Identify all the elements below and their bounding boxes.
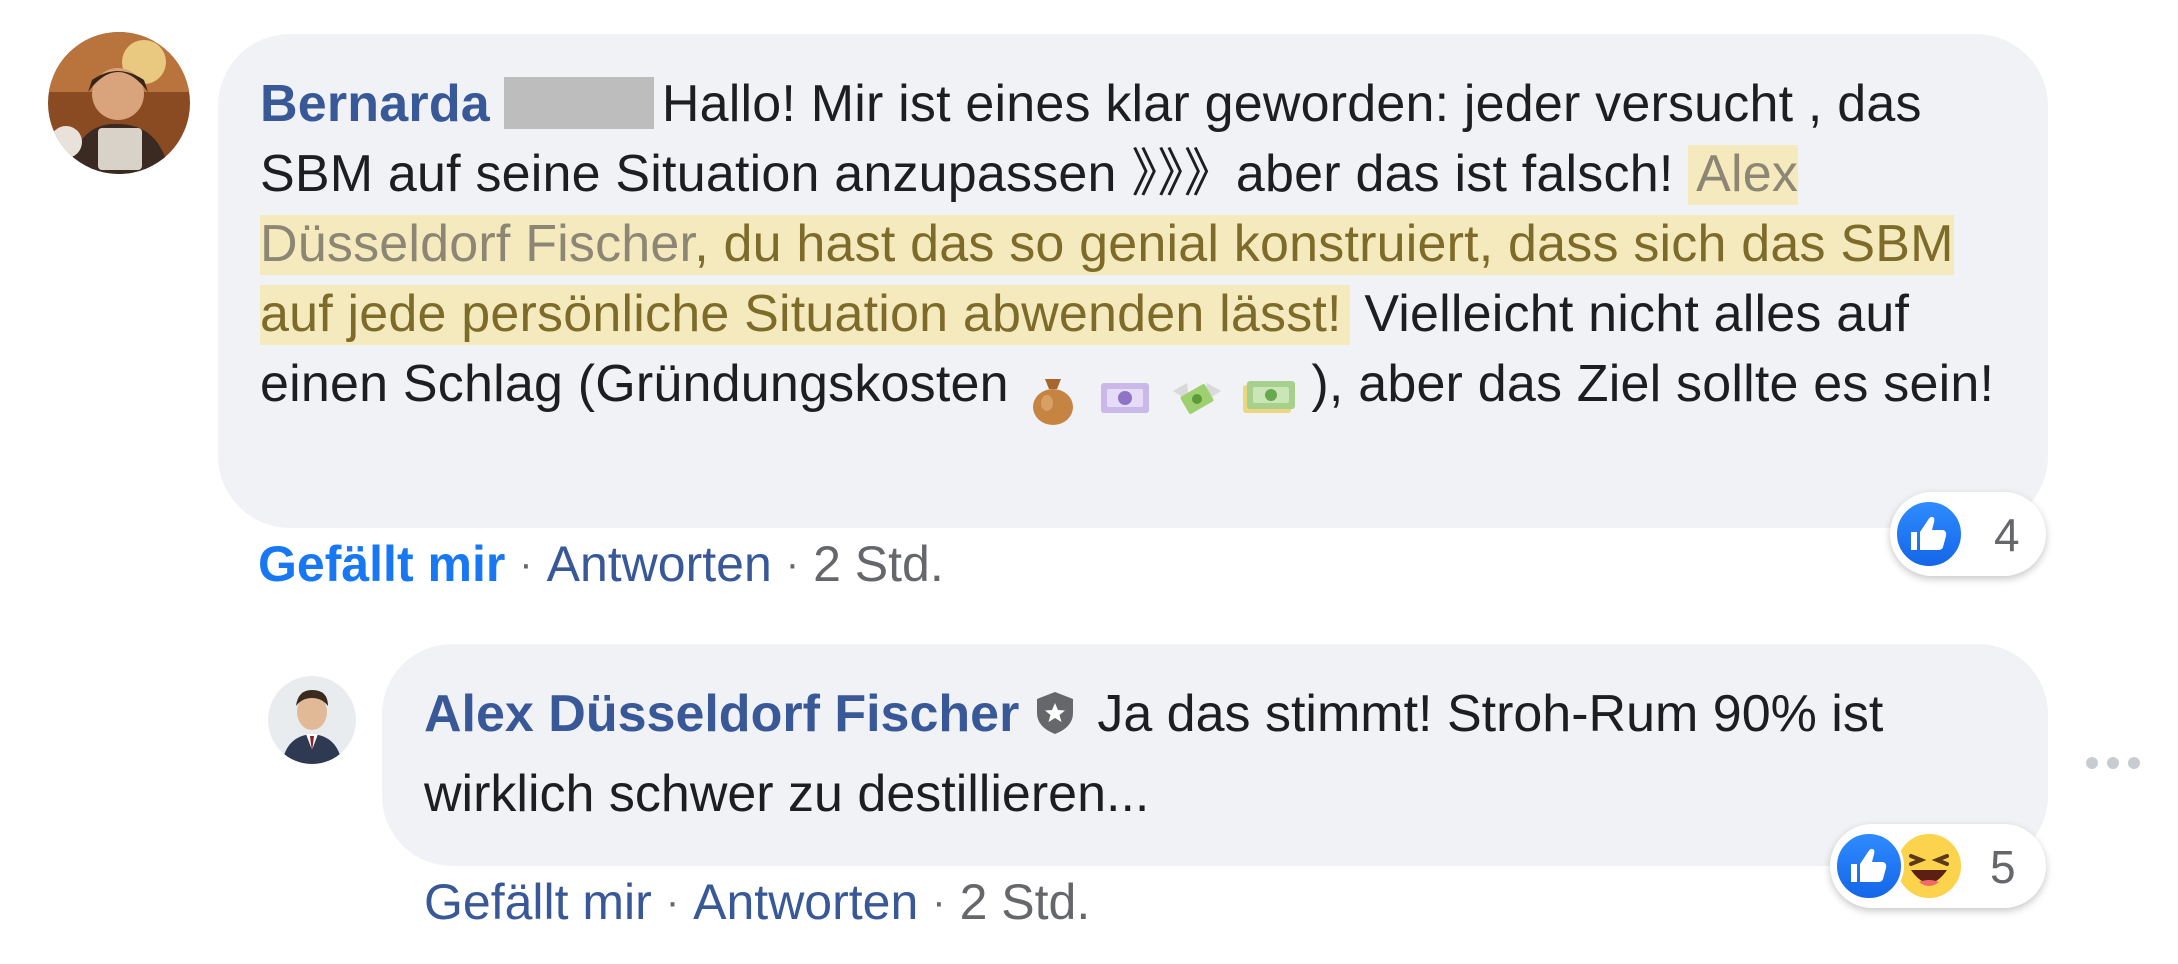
like-reaction-icon — [1894, 499, 1964, 569]
timestamp[interactable]: 2 Std. — [813, 536, 944, 592]
comment-actions: Gefällt mir · Antworten · 2 Std. — [258, 534, 944, 594]
comment-bubble: Alex Düsseldorf Fischer Ja das stimmt! S… — [382, 644, 2048, 866]
like-reaction-icon — [1834, 831, 1904, 901]
comment-text-part3: ), aber das Ziel sollte es sein! — [1311, 355, 1995, 413]
haha-reaction-icon — [1894, 831, 1964, 901]
redacted-name — [503, 77, 654, 129]
reaction-count: 5 — [1990, 841, 2016, 893]
separator-dot: · — [519, 542, 533, 586]
separator-dot: · — [665, 880, 680, 924]
like-button[interactable]: Gefällt mir — [258, 536, 505, 592]
emoji-group — [1023, 359, 1311, 429]
avatar[interactable] — [48, 32, 190, 174]
reaction-summary[interactable]: 5 — [1830, 824, 2046, 908]
like-button[interactable]: Gefällt mir — [424, 874, 652, 930]
comment-actions: Gefällt mir · Antworten · 2 Std. — [424, 872, 1090, 932]
more-options-icon[interactable] — [2082, 748, 2144, 778]
reply-button[interactable]: Antworten — [693, 874, 918, 930]
admin-shield-icon — [1037, 692, 1074, 734]
avatar[interactable] — [268, 676, 356, 764]
comment-body: Bernarda Hallo! Mir ist eines klar geword… — [260, 69, 2030, 429]
reply-button[interactable]: Antworten — [547, 536, 772, 592]
reaction-count: 4 — [1994, 509, 2020, 561]
reaction-summary[interactable]: 4 — [1890, 492, 2046, 576]
comment-body: Alex Düsseldorf Fischer Ja das stimmt! S… — [424, 674, 2024, 834]
banknotes-icon — [1243, 381, 1296, 414]
separator-dot: · — [785, 542, 800, 586]
money-bag-icon — [1033, 379, 1074, 426]
money-with-wings-icon — [1173, 383, 1222, 415]
timestamp[interactable]: 2 Std. — [960, 874, 1091, 930]
comment-author[interactable]: Bernarda — [260, 75, 490, 133]
euro-banknote-icon — [1101, 383, 1150, 414]
comment-bubble: Bernarda Hallo! Mir ist eines klar geword… — [218, 34, 2048, 528]
comment-author[interactable]: Alex Düsseldorf Fischer — [424, 685, 1019, 743]
separator-dot: · — [932, 880, 946, 924]
